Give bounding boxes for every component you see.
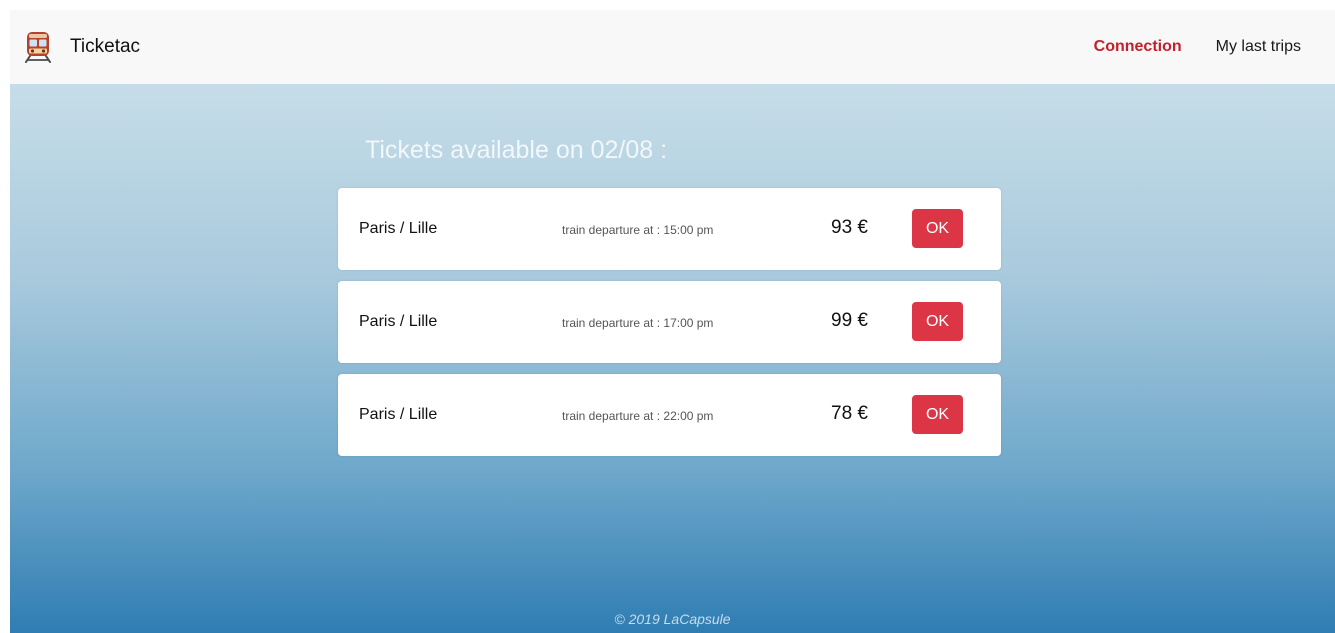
- ticket-card: Paris / Lille train departure at : 17:00…: [338, 281, 1001, 363]
- ticket-departure: train departure at : 15:00 pm: [562, 223, 714, 237]
- brand[interactable]: Ticketac: [24, 31, 140, 63]
- ticket-departure: train departure at : 22:00 pm: [562, 409, 714, 423]
- ok-button[interactable]: OK: [912, 302, 963, 341]
- navbar: Ticketac Connection My last trips: [10, 10, 1335, 84]
- train-icon: [25, 32, 51, 63]
- ticket-card: Paris / Lille train departure at : 15:00…: [338, 188, 1001, 270]
- ok-button[interactable]: OK: [912, 209, 963, 248]
- ok-button[interactable]: OK: [912, 395, 963, 434]
- nav-links: Connection My last trips: [1060, 38, 1301, 56]
- ticket-route: Paris / Lille: [359, 406, 438, 423]
- nav-link-connection[interactable]: Connection: [1094, 38, 1182, 56]
- brand-name: Ticketac: [70, 36, 141, 57]
- ticket-price: 78 €: [831, 403, 868, 424]
- ticket-price: 93 €: [831, 217, 868, 238]
- ticket-route: Paris / Lille: [359, 313, 438, 330]
- footer-copyright: © 2019 LaCapsule: [614, 611, 731, 627]
- app-frame: Ticketac Connection My last trips Ticket…: [10, 10, 1335, 633]
- ticket-route: Paris / Lille: [359, 220, 438, 237]
- main-content: Tickets available on 02/08 : Paris / Lil…: [10, 84, 1335, 633]
- ticket-card: Paris / Lille train departure at : 22:00…: [338, 374, 1001, 456]
- nav-link-my-last-trips[interactable]: My last trips: [1216, 38, 1301, 56]
- page-title: Tickets available on 02/08 :: [365, 136, 668, 164]
- ticket-departure: train departure at : 17:00 pm: [562, 316, 714, 330]
- ticket-price: 99 €: [831, 310, 868, 331]
